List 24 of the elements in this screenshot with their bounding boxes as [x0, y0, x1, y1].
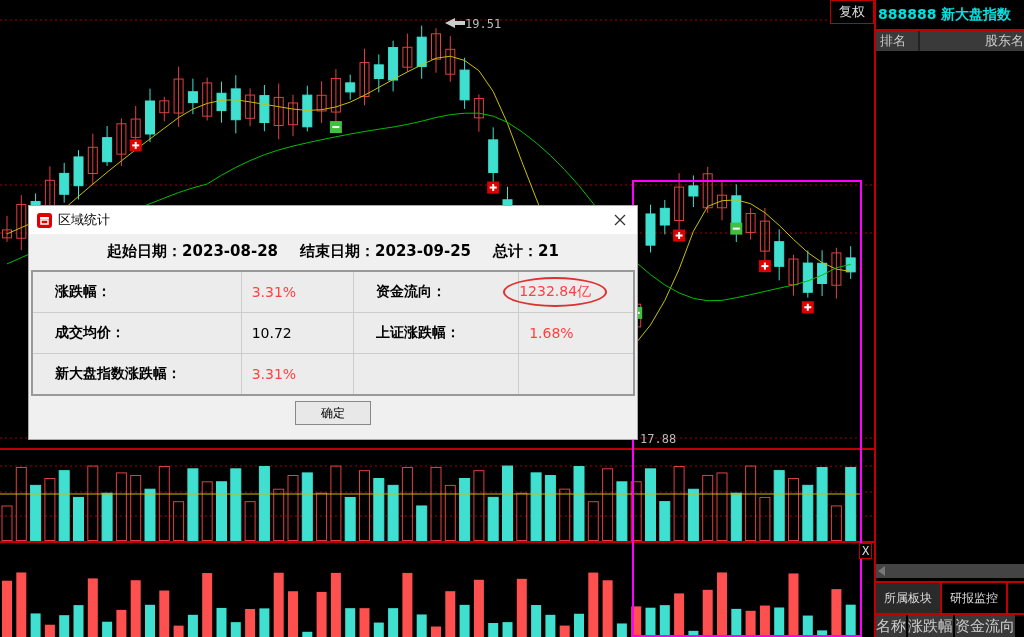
adjust-button[interactable]: 复权 [830, 0, 874, 24]
ok-button[interactable]: 确定 [295, 401, 371, 425]
high-price-label: 19.51 [465, 17, 502, 31]
summary-text: 总计：21 [493, 242, 559, 261]
low-price-label: 17.88 [640, 432, 677, 446]
panel-tab[interactable]: 所属板块 [876, 583, 942, 613]
stat-value: 10.72 [251, 325, 292, 341]
stat-label: 成交均价： [32, 312, 242, 354]
stat-value: 3.31% [251, 366, 297, 382]
stat-value: 1232.84亿 [503, 277, 608, 307]
summary-text: 起始日期：2023-08-28 [107, 242, 279, 261]
stat-value: 3.31% [251, 284, 297, 300]
summary-text: 结束日期：2023-09-25 [300, 242, 471, 261]
dialog-title: 区域统计 [58, 211, 111, 229]
stat-label: 涨跌幅： [32, 271, 242, 313]
column-header[interactable]: 排名 [876, 31, 920, 51]
column-header[interactable]: 股东名 [920, 31, 1024, 51]
stat-label: 上证涨跌幅： [353, 312, 519, 354]
close-selection-button[interactable]: X [859, 543, 873, 559]
column-header[interactable]: 涨跌幅 [908, 615, 953, 637]
column-header[interactable]: 名称 [876, 615, 906, 637]
stat-value: 1.68% [529, 325, 574, 341]
column-header[interactable]: 资金流向 [955, 615, 1015, 637]
stat-label: 资金流向： [353, 271, 519, 313]
